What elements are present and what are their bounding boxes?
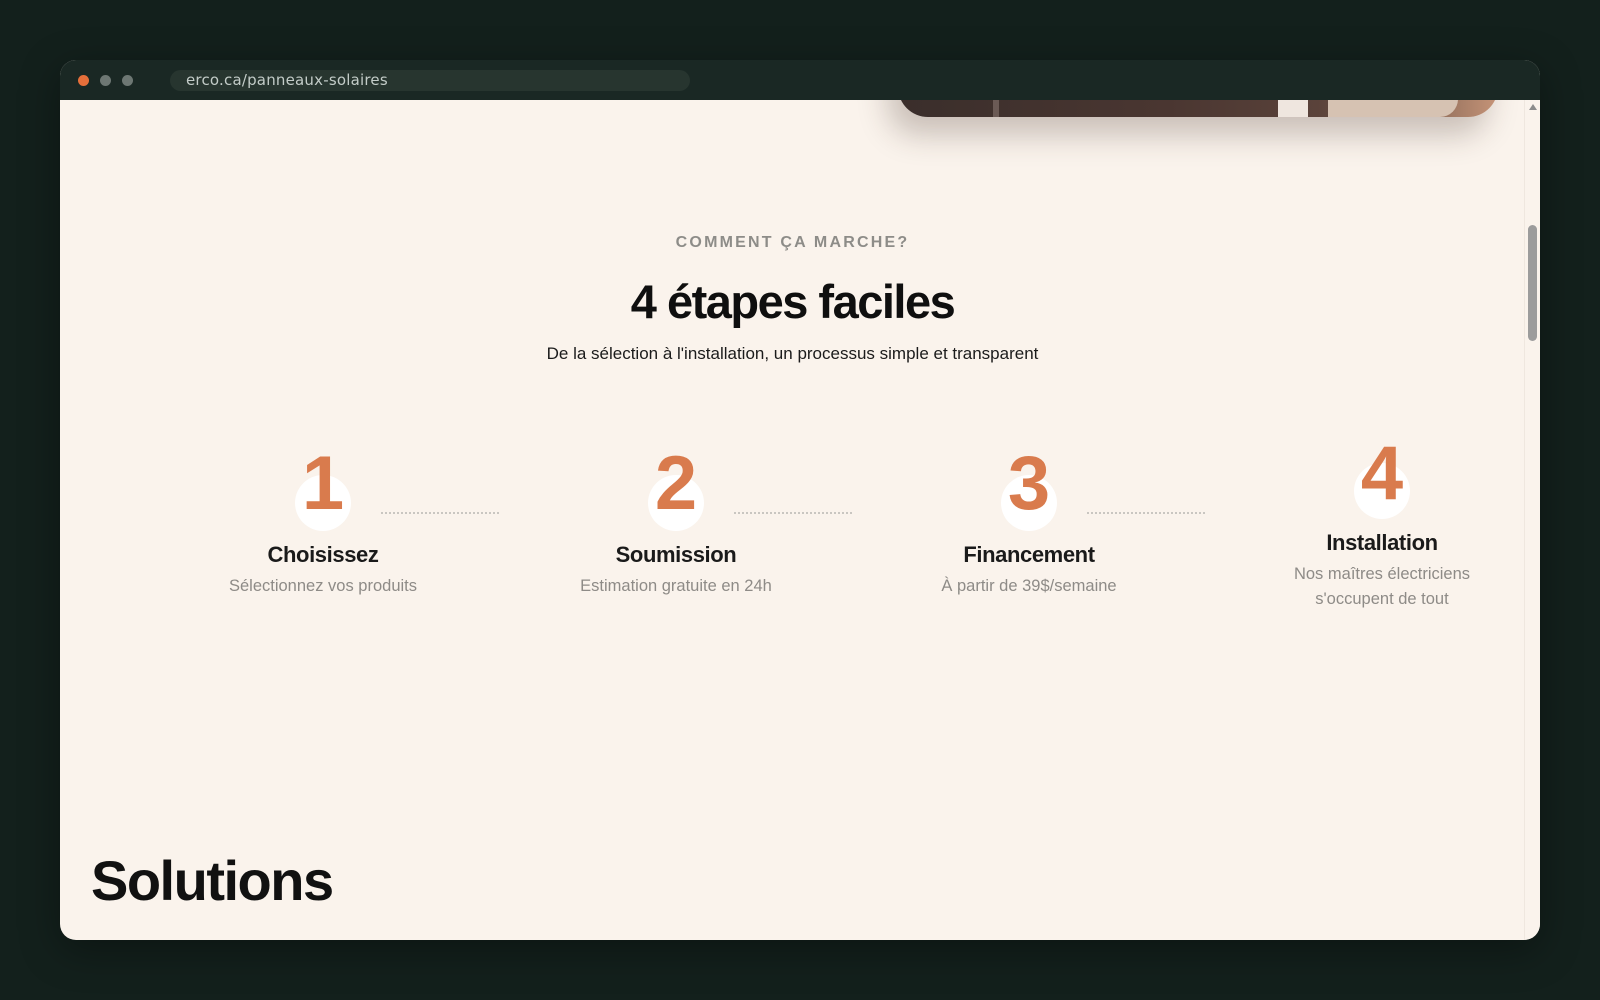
scroll-up-arrow-icon[interactable] — [1529, 104, 1537, 110]
hero-image — [898, 100, 1498, 117]
step-number: 4 — [1360, 431, 1404, 516]
step-description: Sélectionnez vos produits — [228, 577, 418, 595]
step-title: Choisissez — [267, 542, 379, 567]
step-description: Nos maîtres électriciens s'occupent de t… — [1262, 562, 1502, 612]
step-description-line: s'occupent de tout — [1315, 590, 1449, 608]
step-connector — [734, 512, 852, 514]
solutions-heading: Solutions — [91, 849, 334, 912]
browser-titlebar: erco.ca/panneaux-solaires — [60, 60, 1540, 100]
step-title: Soumission — [615, 542, 737, 567]
hero-image-detail — [993, 100, 999, 117]
step-number: 2 — [654, 441, 698, 526]
step-number: 3 — [1007, 441, 1051, 526]
step-description: À partir de 39$/semaine — [941, 577, 1117, 595]
section-eyebrow: COMMENT ÇA MARCHE? — [675, 234, 910, 251]
section-title: 4 étapes faciles — [630, 275, 956, 328]
minimize-window-button[interactable] — [100, 75, 111, 86]
page-viewport: COMMENT ÇA MARCHE? 4 étapes faciles De l… — [60, 100, 1525, 940]
scrollbar-thumb[interactable] — [1528, 225, 1537, 341]
step-title: Installation — [1326, 530, 1438, 555]
step-description: Estimation gratuite en 24h — [580, 577, 772, 595]
hero-image-detail — [1278, 100, 1308, 117]
section-subtitle: De la sélection à l'installation, un pro… — [546, 344, 1039, 363]
step-number: 1 — [301, 441, 345, 526]
browser-window: erco.ca/panneaux-solaires COMMENT ÇA MAR… — [60, 60, 1540, 940]
step-description-line: Nos maîtres électriciens — [1293, 565, 1471, 583]
step-title: Financement — [963, 542, 1095, 567]
close-window-button[interactable] — [78, 75, 89, 86]
maximize-window-button[interactable] — [122, 75, 133, 86]
step-connector — [1087, 512, 1205, 514]
address-bar[interactable]: erco.ca/panneaux-solaires — [170, 70, 690, 91]
step-connector — [381, 512, 499, 514]
hero-image-detail — [1328, 100, 1458, 117]
